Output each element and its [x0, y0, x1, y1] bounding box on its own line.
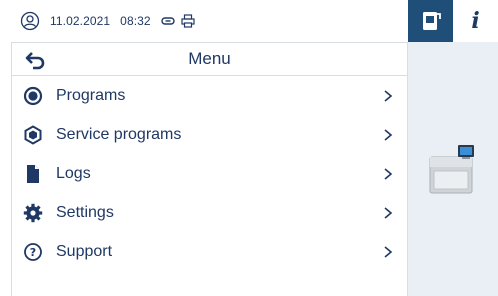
hexagon-icon [24, 124, 42, 145]
menu-header: Menu [12, 43, 407, 76]
record-circle-icon [23, 86, 43, 105]
info-tab[interactable]: i [453, 0, 498, 42]
menu-item-programs[interactable]: Programs [12, 76, 407, 115]
menu-item-service-programs[interactable]: Service programs [12, 115, 407, 154]
chevron-right-icon [384, 167, 393, 180]
autoclave-device-image [429, 145, 474, 194]
menu-item-label: Logs [56, 164, 91, 182]
device-tab[interactable] [408, 0, 453, 42]
side-tabs: i [408, 0, 498, 42]
chevron-right-icon [384, 128, 393, 141]
menu-item-label: Settings [56, 203, 114, 221]
menu-item-settings[interactable]: Settings [12, 193, 407, 232]
menu-item-label: Programs [56, 86, 126, 104]
gear-icon [23, 203, 43, 222]
user-circle-icon[interactable] [20, 11, 40, 31]
menu-item-support[interactable]: ? Support [12, 232, 407, 271]
info-icon: i [471, 8, 480, 34]
svg-text:?: ? [30, 246, 36, 259]
link-icon [161, 17, 175, 25]
menu-list: Programs Service programs Logs Settings … [12, 76, 407, 271]
menu-title: Menu [188, 49, 231, 68]
status-bar: 11.02.2021 08:32 [0, 0, 408, 42]
status-time: 08:32 [120, 14, 151, 28]
menu-item-logs[interactable]: Logs [12, 154, 407, 193]
menu-item-label: Service programs [56, 125, 182, 143]
menu-panel: Menu Programs Service programs Logs Sett… [11, 42, 408, 296]
printer-icon [181, 14, 195, 28]
status-date: 11.02.2021 [50, 14, 111, 28]
chevron-right-icon [384, 206, 393, 219]
chevron-right-icon [384, 89, 393, 102]
screen: 11.02.2021 08:32 Menu Programs Service p… [0, 0, 498, 296]
device-icon [422, 12, 441, 30]
menu-item-label: Support [56, 242, 113, 260]
side-panel: i [408, 0, 498, 296]
chevron-right-icon [384, 245, 393, 258]
question-circle-icon: ? [24, 242, 42, 261]
document-icon [27, 164, 39, 183]
